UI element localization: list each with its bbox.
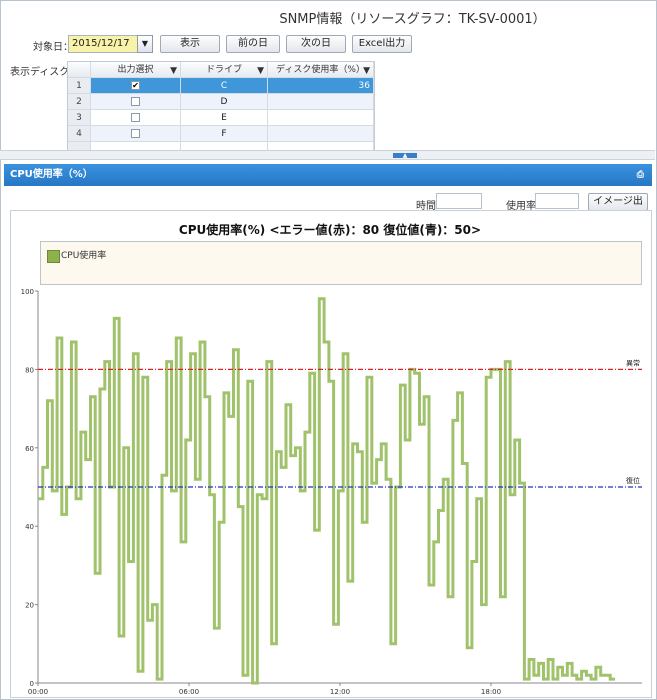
y-tick-label: 40 [25,523,34,531]
series-line-cpu-usage [38,297,615,685]
cpu-usage-chart: 0 20 40 60 80 100 00:00 06:00 12:00 18:00 異常復位 [21,288,642,696]
y-tick-label: 20 [25,602,34,610]
threshold-label: 異常 [626,358,640,367]
y-tick-label: 100 [21,288,34,296]
x-tick-label: 00:00 [28,688,48,696]
y-tick-label: 60 [25,445,34,453]
threshold-label: 復位 [626,476,640,485]
y-tick-label: 80 [25,366,34,374]
x-tick-label: 06:00 [179,688,199,696]
x-tick-label: 12:00 [330,688,350,696]
x-tick-label: 18:00 [481,688,501,696]
y-tick-label: 0 [30,680,34,688]
